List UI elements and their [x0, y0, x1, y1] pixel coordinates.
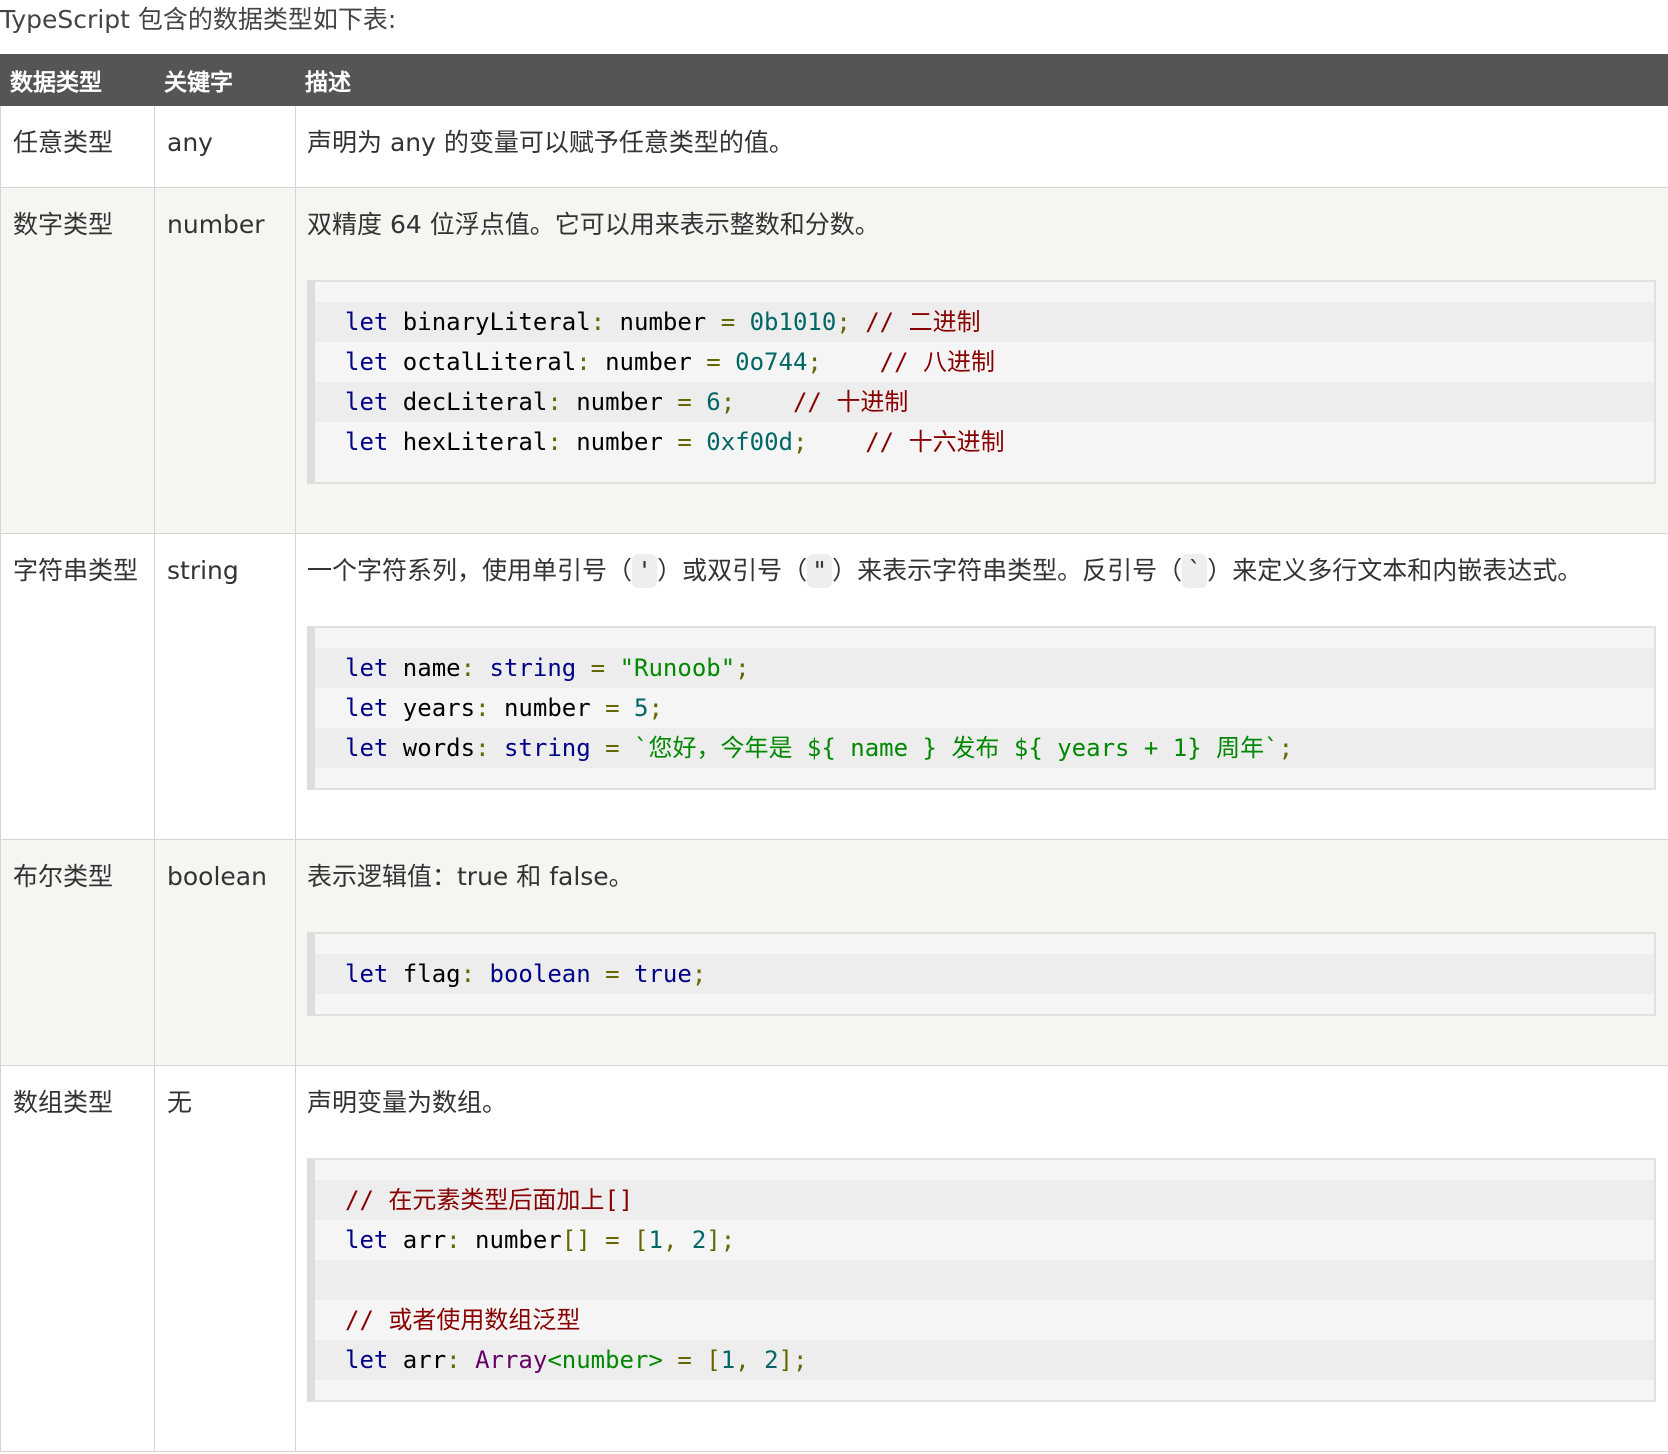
table-header: 数据类型 关键字 描述: [0, 54, 1668, 106]
code-block: let binaryLiteral: number = 0b1010; // 二…: [307, 280, 1656, 484]
description-text: 一个字符系列，使用单引号（ ' ）或双引号（ " ）来表示字符串类型。反引号（ ` ）来定义…: [307, 554, 1582, 588]
table-row: 字符串类型 string 一个字符系列，使用单引号（ ' ）或双引号（ " ）来表示字符…: [0, 533, 1668, 840]
code-line: // 在元素类型后面加上[]: [315, 1180, 1654, 1220]
header-data-type: 数据类型: [0, 54, 155, 106]
double-quote-code: ": [807, 554, 833, 588]
code-line: let flag: boolean = true;: [315, 954, 1654, 994]
description-text: 声明为 any 的变量可以赋予任意类型的值。: [307, 128, 794, 157]
description-cell: 声明为 any 的变量可以赋予任意类型的值。: [295, 105, 1668, 188]
description-cell: 声明变量为数组。 // 在元素类型后面加上[] let arr: number[]…: [295, 1065, 1668, 1452]
header-description: 描述: [295, 54, 1668, 106]
type-cell: 布尔类型: [0, 839, 155, 1066]
type-cell: 数字类型: [0, 187, 155, 534]
code-line: let years: number = 5;: [345, 694, 663, 722]
backtick-code: `: [1182, 554, 1208, 588]
table-row: 任意类型 any 声明为 any 的变量可以赋予任意类型的值。: [0, 105, 1668, 188]
data-types-table: 数据类型 关键字 描述 任意类型 any 声明为 any 的变量可以赋予任意类型…: [0, 54, 1668, 1452]
code-block: let flag: boolean = true;: [307, 932, 1656, 1016]
description-text: 双精度 64 位浮点值。它可以用来表示整数和分数。: [307, 210, 880, 239]
table-row: 布尔类型 boolean 表示逻辑值：true 和 false。 let fla…: [0, 839, 1668, 1066]
code-line: let arr: number[] = [1, 2];: [345, 1226, 736, 1254]
code-line: // 或者使用数组泛型: [345, 1306, 581, 1334]
description-text: 表示逻辑值：true 和 false。: [307, 862, 634, 891]
code-line: let name: string = "Runoob";: [315, 648, 1654, 688]
single-quote-code: ': [632, 554, 658, 588]
keyword-cell: boolean: [154, 839, 296, 1066]
header-keyword: 关键字: [154, 54, 296, 106]
code-line: let arr: Array<number> = [1, 2];: [315, 1340, 1654, 1380]
description-cell: 一个字符系列，使用单引号（ ' ）或双引号（ " ）来表示字符串类型。反引号（ ` ）来定义…: [295, 533, 1668, 840]
description-cell: 表示逻辑值：true 和 false。 let flag: boolean = …: [295, 839, 1668, 1066]
keyword-cell: string: [154, 533, 296, 840]
code-line: let octalLiteral: number = 0o744; // 八进制: [345, 348, 996, 376]
code-line: let words: string = `您好，今年是 ${ name } 发布…: [315, 728, 1654, 768]
keyword-cell: 无: [154, 1065, 296, 1452]
type-cell: 字符串类型: [0, 533, 155, 840]
code-block: // 在元素类型后面加上[] let arr: number[] = [1, 2]…: [307, 1158, 1656, 1402]
code-block: let name: string = "Runoob"; let years: n…: [307, 626, 1656, 790]
table-row: 数组类型 无 声明变量为数组。 // 在元素类型后面加上[] let arr: n…: [0, 1065, 1668, 1452]
code-line: let binaryLiteral: number = 0b1010; // 二…: [315, 302, 1654, 342]
table-row: 数字类型 number 双精度 64 位浮点值。它可以用来表示整数和分数。 le…: [0, 187, 1668, 534]
description-text: 声明变量为数组。: [307, 1088, 508, 1117]
code-line: let hexLiteral: number = 0xf00d; // 十六进制: [345, 428, 1005, 456]
code-line: let decLiteral: number = 6; // 十进制: [315, 382, 1654, 422]
description-cell: 双精度 64 位浮点值。它可以用来表示整数和分数。 let binaryLite…: [295, 187, 1668, 534]
type-cell: 任意类型: [0, 105, 155, 188]
type-cell: 数组类型: [0, 1065, 155, 1452]
keyword-cell: number: [154, 187, 296, 534]
code-line: [315, 1260, 1654, 1300]
intro-text: TypeScript 包含的数据类型如下表:: [0, 5, 397, 34]
keyword-cell: any: [154, 105, 296, 188]
